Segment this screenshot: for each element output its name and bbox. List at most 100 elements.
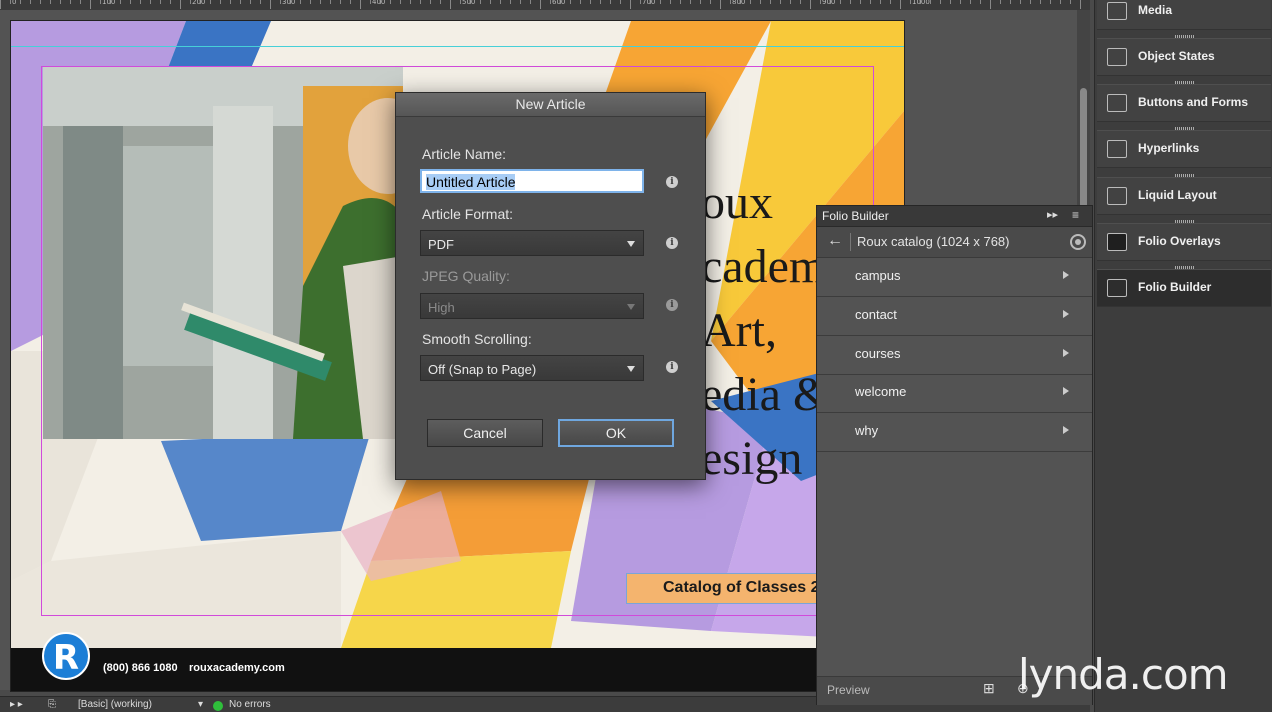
- ruler-tick: [710, 0, 711, 4]
- ruler-tick: [500, 0, 501, 4]
- ruler-tick: [130, 0, 131, 4]
- dock-item-buttons-and-forms[interactable]: Buttons and Forms: [1097, 81, 1271, 122]
- article-name-input[interactable]: Untitled Article: [420, 169, 644, 193]
- ruler-tick: [940, 0, 941, 4]
- ruler-tick: [30, 0, 31, 4]
- grip-icon[interactable]: [1175, 35, 1195, 38]
- dock-item-object-states[interactable]: Object States: [1097, 35, 1271, 76]
- dock-item-hyperlinks[interactable]: Hyperlinks: [1097, 127, 1271, 168]
- chevron-right-icon[interactable]: [1063, 387, 1069, 395]
- cancel-button[interactable]: Cancel: [427, 419, 543, 447]
- academy-title-text[interactable]: oux cadem Art, edia & esign: [701, 171, 830, 491]
- ruler-tick: [670, 0, 671, 4]
- page-footer[interactable]: (800) 866 1080 rouxacademy.com: [11, 648, 904, 691]
- smooth-scrolling-select[interactable]: Off (Snap to Page): [420, 355, 644, 381]
- ruler-number: 800: [732, 0, 746, 6]
- ruler-tick: [160, 0, 161, 4]
- new-article-icon[interactable]: ⊞: [983, 680, 995, 697]
- preview-button[interactable]: Preview: [827, 683, 870, 697]
- dock-item-folio-overlays[interactable]: Folio Overlays: [1097, 220, 1271, 261]
- grip-icon[interactable]: [1175, 220, 1195, 223]
- article-row-welcome[interactable]: welcome: [817, 374, 1092, 413]
- ruler-tick: [220, 0, 221, 4]
- article-row-campus[interactable]: campus: [817, 258, 1092, 297]
- ruler-tick: [230, 0, 231, 4]
- article-name: welcome: [855, 384, 907, 399]
- chevron-right-icon[interactable]: [1063, 310, 1069, 318]
- ruler-tick: [730, 0, 731, 4]
- new-article-dialog: New Article Article Name: Untitled Artic…: [395, 92, 706, 480]
- info-icon[interactable]: i: [666, 361, 678, 373]
- grip-icon[interactable]: [1175, 174, 1195, 177]
- article-format-select[interactable]: PDF: [420, 230, 644, 256]
- chevron-right-icon[interactable]: [1063, 271, 1069, 279]
- ruler-tick: [80, 0, 81, 4]
- scrollbar-thumb[interactable]: [1080, 88, 1087, 208]
- ruler-number: 500: [462, 0, 476, 6]
- dock-item-media[interactable]: Media: [1097, 0, 1271, 30]
- grip-icon[interactable]: [1175, 266, 1195, 269]
- title-line: esign: [701, 432, 803, 485]
- ruler-tick: [510, 0, 511, 4]
- chevron-down-icon: [627, 366, 635, 372]
- page-icon[interactable]: ⎘: [48, 699, 56, 710]
- dock-item-folio-builder[interactable]: Folio Builder: [1097, 266, 1271, 307]
- ruler-number: 400: [372, 0, 386, 6]
- article-row-contact[interactable]: contact: [817, 297, 1092, 336]
- ruler-tick: [390, 0, 391, 4]
- buttons-forms-icon: [1107, 94, 1127, 112]
- status-ok-icon: [213, 701, 223, 711]
- chevron-down-icon[interactable]: ▾: [198, 699, 203, 710]
- chevron-right-icon[interactable]: [1063, 349, 1069, 357]
- jpeg-quality-select[interactable]: High: [420, 293, 644, 319]
- ruler-tick: [750, 0, 751, 4]
- horizontal-guide-top[interactable]: [11, 46, 904, 47]
- ruler-tick: [550, 0, 551, 4]
- info-icon[interactable]: i: [666, 237, 678, 249]
- ruler-tick: [260, 0, 261, 4]
- dock-item-label: Object States: [1138, 49, 1215, 63]
- folio-builder-tab[interactable]: Folio Builder ▸▸ ≡: [817, 206, 1092, 227]
- grip-icon[interactable]: [1175, 127, 1195, 130]
- roux-logo[interactable]: R: [42, 632, 90, 680]
- info-icon[interactable]: i: [666, 176, 678, 188]
- ruler-tick: [270, 0, 271, 9]
- folio-builder-panel: Folio Builder ▸▸ ≡ ← Roux catalog (1024 …: [816, 205, 1093, 705]
- ruler-tick: [370, 0, 371, 4]
- ok-button[interactable]: OK: [558, 419, 674, 447]
- page-state[interactable]: [Basic] (working): [78, 699, 152, 710]
- back-arrow-icon[interactable]: ←: [827, 232, 843, 250]
- ruler-tick: [720, 0, 721, 9]
- ruler-tick: [310, 0, 311, 4]
- panel-menu-icon[interactable]: ≡: [1072, 208, 1079, 222]
- article-row-courses[interactable]: courses: [817, 336, 1092, 375]
- dock-item-label: Folio Builder: [1138, 280, 1212, 294]
- folio-nav-bar: ← Roux catalog (1024 x 768): [817, 227, 1092, 258]
- collapse-panel-icon[interactable]: ▸▸: [1047, 208, 1058, 221]
- grip-icon[interactable]: [1175, 81, 1195, 84]
- ruler-tick: [50, 0, 51, 4]
- folio-settings-icon[interactable]: [1070, 234, 1086, 250]
- title-line: cadem: [701, 240, 827, 293]
- article-row-why[interactable]: why: [817, 413, 1092, 452]
- ruler-tick: [180, 0, 181, 9]
- object-states-icon: [1107, 48, 1127, 66]
- title-line: Art,: [701, 304, 777, 357]
- ruler-number: 200: [192, 0, 206, 6]
- catalog-text-frame[interactable]: Catalog of Classes 2: [626, 573, 826, 604]
- chevron-down-icon: [627, 241, 635, 247]
- ruler-tick: [420, 0, 421, 4]
- ruler-tick: [790, 0, 791, 4]
- info-icon[interactable]: i: [666, 299, 678, 311]
- errors-status[interactable]: No errors: [229, 699, 271, 710]
- ruler-tick: [450, 0, 451, 9]
- ruler-number: 0: [12, 0, 17, 6]
- chevron-right-icon[interactable]: [1063, 426, 1069, 434]
- ruler-tick: [610, 0, 611, 4]
- dock-item-liquid-layout[interactable]: Liquid Layout: [1097, 174, 1271, 215]
- ruler-tick: [90, 0, 91, 9]
- nav-arrow-icon[interactable]: ▸ ▸: [10, 699, 23, 710]
- ruler-tick: [250, 0, 251, 4]
- dock-item-label: Liquid Layout: [1138, 188, 1217, 202]
- ruler-tick: [150, 0, 151, 4]
